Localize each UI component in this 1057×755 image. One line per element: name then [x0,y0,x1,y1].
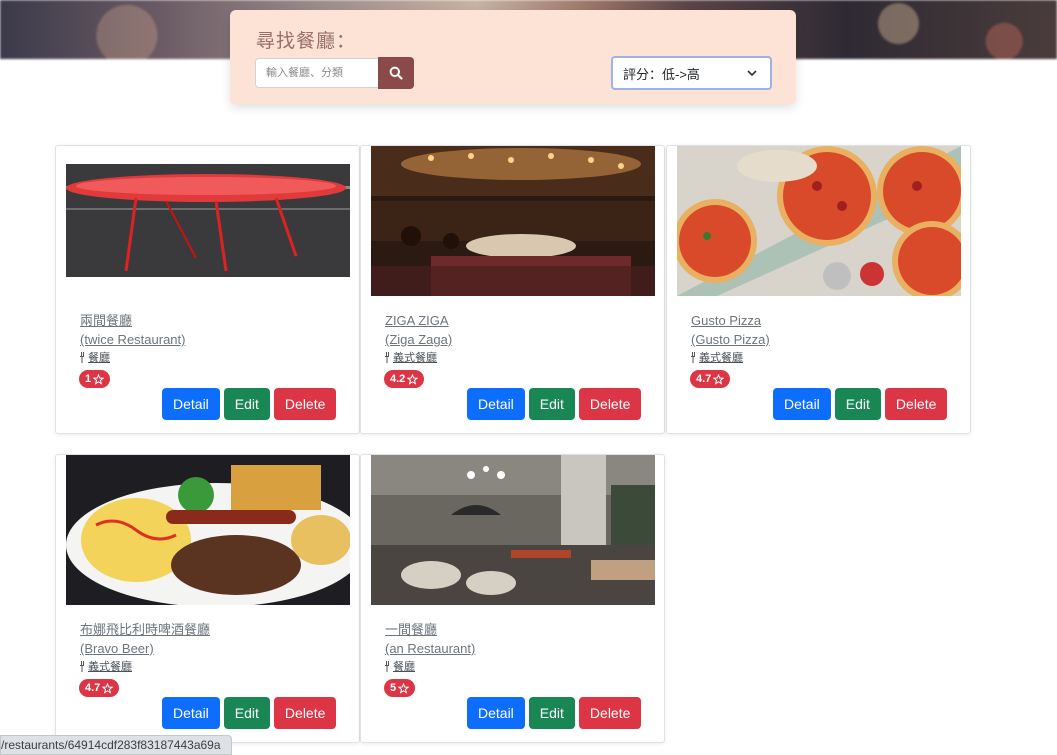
rating-badge: 4.2 [384,370,425,388]
chevron-down-icon [747,70,757,77]
utensils-icon [385,660,389,672]
restaurant-name-link[interactable]: 布娜飛比利時啤酒餐廳 (Bravo Beer) [80,620,210,658]
restaurant-category: 義式餐廳 [690,349,743,365]
restaurant-image[interactable] [371,455,655,605]
restaurant-name-en[interactable]: (twice Restaurant) [80,330,185,349]
restaurant-name-link[interactable]: Gusto Pizza (Gusto Pizza) [691,311,770,349]
delete-button[interactable]: Delete [884,388,948,420]
restaurant-category-label: 義式餐廳 [699,352,743,364]
rating-value: 1 [85,373,92,385]
sort-select-value: 評分：低->高 [623,66,700,82]
star-icon [713,373,725,385]
restaurant-name-link[interactable]: ZIGA ZIGA (Ziga Zaga) [385,311,452,349]
restaurant-category-label: 義式餐廳 [393,352,437,364]
utensils-icon [80,660,84,672]
delete-button[interactable]: Delete [578,697,642,729]
detail-button[interactable]: Detail [162,388,220,420]
utensils-icon [691,351,695,363]
restaurant-image[interactable] [677,146,961,296]
restaurant-name-en[interactable]: (Gusto Pizza) [691,330,770,349]
restaurant-card: 布娜飛比利時啤酒餐廳 (Bravo Beer) 義式餐廳 4.7 Detail … [55,454,360,743]
restaurant-category-label: 餐廳 [393,661,415,673]
restaurant-name-en[interactable]: (an Restaurant) [385,639,475,658]
restaurant-card: 兩間餐廳 (twice Restaurant) 餐廳 1 Detail Edit… [55,145,360,434]
restaurant-image[interactable] [66,455,350,605]
star-icon [407,373,419,385]
edit-button[interactable]: Edit [834,388,881,420]
rating-badge: 4.7 [690,370,731,388]
restaurant-card: 一間餐廳 (an Restaurant) 餐廳 5 Detail Edit De… [360,454,665,743]
restaurant-name[interactable]: Gusto Pizza [691,311,770,330]
edit-button[interactable]: Edit [528,697,575,729]
search-input[interactable] [255,58,379,88]
restaurant-name[interactable]: ZIGA ZIGA [385,311,452,330]
restaurant-category: 餐廳 [384,658,415,674]
rating-value: 5 [390,682,397,694]
sort-select[interactable]: 評分：低->高 [611,56,772,90]
restaurant-card: Gusto Pizza (Gusto Pizza) 義式餐廳 4.7 Detai… [666,145,971,434]
restaurant-image[interactable] [66,146,350,296]
link-status-bar: /restaurants/64914cdf283f83187443a69a [0,735,232,755]
delete-button[interactable]: Delete [578,388,642,420]
restaurant-category-label: 餐廳 [88,352,110,364]
restaurant-name-en[interactable]: (Ziga Zaga) [385,330,452,349]
restaurant-name-link[interactable]: 一間餐廳 (an Restaurant) [385,620,475,658]
star-icon [93,373,105,385]
restaurant-category: 義式餐廳 [79,658,132,674]
restaurant-name-en[interactable]: (Bravo Beer) [80,639,210,658]
detail-button[interactable]: Detail [467,388,525,420]
restaurant-category-label: 義式餐廳 [88,661,132,673]
rating-badge: 5 [384,679,416,697]
detail-button[interactable]: Detail [773,388,831,420]
restaurant-name-link[interactable]: 兩間餐廳 (twice Restaurant) [80,311,185,349]
star-icon [398,682,410,694]
restaurant-name[interactable]: 兩間餐廳 [80,311,185,330]
restaurant-name[interactable]: 布娜飛比利時啤酒餐廳 [80,620,210,639]
restaurant-card: ZIGA ZIGA (Ziga Zaga) 義式餐廳 4.2 Detail Ed… [360,145,665,434]
utensils-icon [385,351,389,363]
search-panel: 尋找餐廳： 評分：低->高 [230,10,796,104]
search-icon [389,66,403,80]
restaurant-name[interactable]: 一間餐廳 [385,620,475,639]
restaurant-category: 餐廳 [79,349,110,365]
search-button[interactable] [378,57,414,89]
rating-value: 4.7 [696,373,712,385]
rating-badge: 1 [79,370,111,388]
edit-button[interactable]: Edit [528,388,575,420]
restaurant-category: 義式餐廳 [384,349,437,365]
restaurant-image[interactable] [371,146,655,296]
star-icon [102,682,114,694]
edit-button[interactable]: Edit [223,388,270,420]
rating-value: 4.7 [85,682,101,694]
delete-button[interactable]: Delete [273,697,337,729]
delete-button[interactable]: Delete [273,388,337,420]
detail-button[interactable]: Detail [467,697,525,729]
edit-button[interactable]: Edit [223,697,270,729]
detail-button[interactable]: Detail [162,697,220,729]
search-title: 尋找餐廳： [256,31,357,52]
rating-value: 4.2 [390,373,406,385]
utensils-icon [80,351,84,363]
rating-badge: 4.7 [79,679,120,697]
